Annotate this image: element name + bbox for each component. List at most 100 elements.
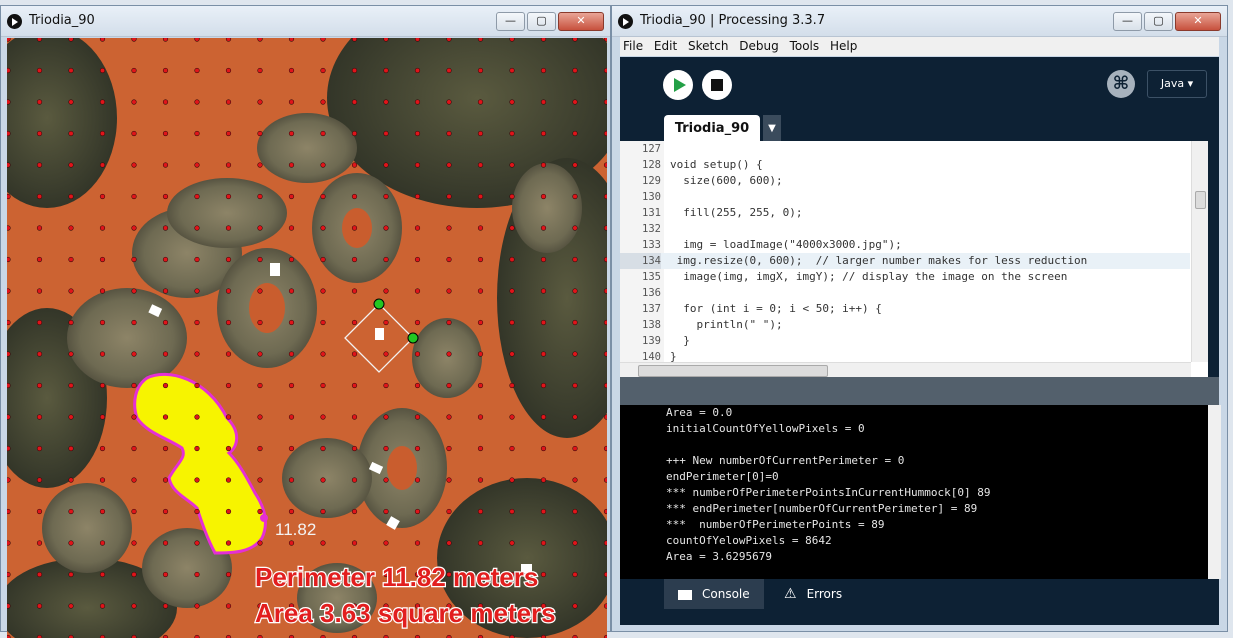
grid-point [194,256,200,263]
grid-point [320,445,326,452]
close-button[interactable]: ✕ [558,12,604,31]
grid-point [414,414,421,420]
grid-point [99,99,106,105]
grid-point [414,445,421,452]
grid-point [131,603,137,609]
grid-point [572,288,578,294]
grid-point [320,540,326,546]
grid-point [131,193,137,200]
mode-selector[interactable]: Java ▾ [1147,70,1207,98]
grid-point [225,193,232,200]
tab-console[interactable]: Console [664,579,764,609]
grid-point [572,319,578,326]
scroll-thumb[interactable] [638,365,828,377]
maximize-button[interactable]: ▢ [527,12,556,31]
ide-minimize-button[interactable]: — [1113,12,1142,31]
grid-point [131,414,137,420]
grid-point [194,162,200,168]
grid-point [194,445,200,452]
minimize-button[interactable]: — [496,12,525,31]
scroll-thumb[interactable] [1195,191,1206,209]
menu-file[interactable]: File [620,37,647,53]
grid-point [603,130,607,137]
grid-point [509,67,515,74]
grid-point [257,477,263,483]
stop-button[interactable] [702,70,732,100]
tab-menu-chevron-icon[interactable]: ▼ [763,115,781,141]
console-line: Area = 0.0 [666,406,733,419]
grid-point [603,99,607,105]
console-scrollbar[interactable] [1208,405,1221,579]
grid-point [572,445,578,452]
run-button[interactable] [663,70,693,100]
menu-edit[interactable]: Edit [651,37,681,53]
grid-point [288,225,295,231]
sketch-titlebar[interactable]: Triodia_90 — ▢ ✕ [1,6,610,37]
ide-body: ⌘ Java ▾ Triodia_90 ▼ 127 128 void setup(… [620,57,1221,625]
grid-point [99,256,106,263]
grid-point [257,414,263,420]
ide-titlebar[interactable]: Triodia_90 | Processing 3.3.7 — ▢ ✕ [612,6,1227,37]
grid-point [36,508,43,515]
menu-help[interactable]: Help [827,37,861,53]
grid-point [131,225,137,231]
code-line: 133 img = loadImage("4000x3000.jpg"); [620,237,1190,253]
grid-point [351,162,358,168]
grid-point [162,319,169,326]
grid-point [477,99,484,105]
grid-point [383,477,389,483]
grid-point [68,288,74,294]
grid-point [509,38,515,42]
editor-horizontal-scrollbar[interactable] [620,362,1191,378]
grid-point [603,256,607,263]
ide-close-button[interactable]: ✕ [1175,12,1221,31]
grid-point [68,38,74,42]
grid-point [320,319,326,326]
grid-point [194,414,200,420]
sketch-canvas[interactable]: 11.82 Perimeter 11.82 meters Area 3.63 s… [7,38,607,638]
grid-point [320,225,326,231]
grid-point [603,162,607,168]
console-line: *** numberOfPerimeterPoints = 89 [666,518,885,531]
grid-point [509,414,515,420]
menu-tools[interactable]: Tools [787,37,824,53]
grid-point [351,351,358,357]
grid-point [351,414,358,420]
perimeter-result-text: Perimeter 11.82 meters [255,562,538,592]
grid-point [477,508,484,515]
grid-point [131,67,137,74]
ide-maximize-button[interactable]: ▢ [1144,12,1173,31]
grid-point [383,225,389,231]
debugger-toggle-icon[interactable]: ⌘ [1107,70,1135,98]
grid-point [414,162,421,168]
grid-point [194,603,200,609]
grid-point [225,508,232,515]
editor-console-divider[interactable] [620,377,1219,405]
grid-point [131,256,137,263]
line-number: 128 [642,159,661,171]
grid-point [7,571,11,578]
tab-errors[interactable]: ⚠ Errors [770,579,860,609]
grid-point [509,445,515,452]
grid-point [351,319,358,326]
grid-point [36,99,43,105]
code-editor[interactable]: 127 128 void setup() { 129 size(600, 600)… [620,141,1208,378]
grid-point [540,130,547,137]
grid-point [477,351,484,357]
grid-point [320,193,326,200]
editor-vertical-scrollbar[interactable] [1191,141,1208,362]
menu-debug[interactable]: Debug [736,37,782,53]
grid-point [288,477,295,483]
code-line: 135 image(img, imgX, imgY); // display t… [620,269,1190,285]
grid-point [68,319,74,326]
grid-point [320,67,326,74]
grid-point [540,256,547,263]
grid-point [257,162,263,168]
grid-point [603,382,607,389]
tab-triodia-90[interactable]: Triodia_90 [664,115,760,141]
grid-point [288,414,295,420]
menu-sketch[interactable]: Sketch [685,37,732,53]
maximize-icon: ▢ [1153,14,1164,27]
perimeter-point-label: 11.82 [275,520,316,539]
grid-point [36,38,43,42]
